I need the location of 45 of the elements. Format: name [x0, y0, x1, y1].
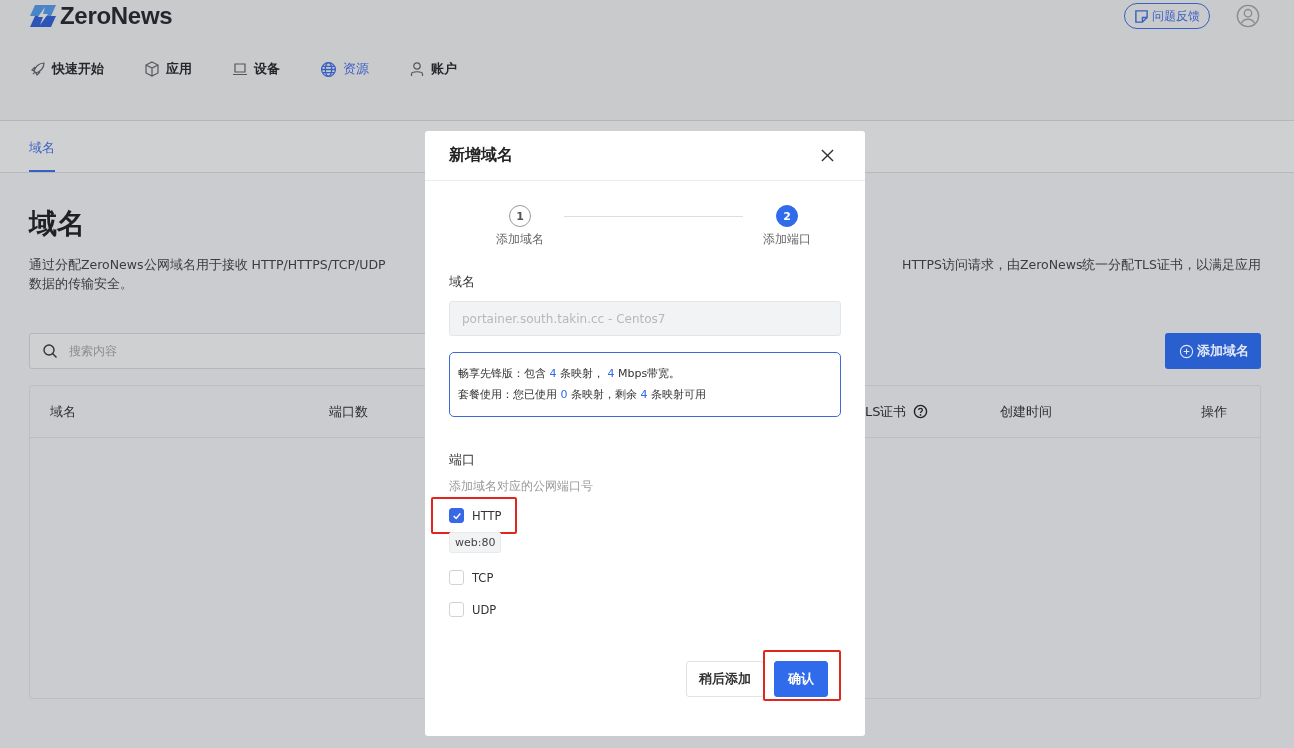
column-header: 域名 — [50, 402, 76, 421]
plan-info-text: 套餐使用：您已使用 0 条映射，剩余 4 条映射可用 — [458, 387, 707, 403]
description-text: HTTPS访问请求，由ZeroNews统一分配TLS证书，以满足应用 — [902, 256, 1261, 274]
laptop-icon — [232, 61, 248, 77]
note-icon — [1134, 8, 1149, 24]
add-domain-button[interactable]: 添加域名 — [1165, 333, 1261, 369]
checkbox-label: TCP — [472, 570, 494, 585]
port-tag: web:80 — [449, 532, 502, 553]
column-header: 创建时间 — [1000, 402, 1052, 421]
checkbox-label: UDP — [472, 602, 497, 617]
field-label: 端口 — [449, 451, 476, 469]
confirm-button[interactable]: 确认 — [774, 661, 828, 697]
check-icon — [451, 510, 462, 521]
section-tab[interactable]: 域名 — [29, 139, 55, 172]
nav-item[interactable]: 设备 — [232, 60, 280, 78]
nav-item[interactable]: 快速开始 — [30, 60, 104, 78]
brand-name: ZeroNews — [60, 2, 173, 30]
step-number: 2 — [776, 205, 798, 227]
cube-icon — [144, 61, 160, 77]
step-label: 添加端口 — [763, 232, 811, 247]
nav-item[interactable]: 应用 — [144, 60, 192, 78]
step-label: 添加域名 — [496, 232, 544, 247]
avatar-icon[interactable] — [1236, 4, 1260, 28]
globe-icon — [320, 60, 337, 78]
rocket-icon — [30, 61, 46, 77]
nav-item[interactable]: 资源 — [320, 60, 369, 78]
column-header: 端口数 — [329, 402, 368, 421]
description-text: 通过分配ZeroNews公网域名用于接收 HTTP/HTTPS/TCP/UDP — [29, 256, 386, 274]
nav-item[interactable]: 账户 — [409, 60, 457, 78]
checkbox-label: HTTP — [472, 508, 502, 523]
later-button[interactable]: 稍后添加 — [686, 661, 764, 697]
column-header: 操作 — [1201, 402, 1227, 421]
page-title: 域名 — [29, 206, 85, 242]
field-hint: 添加域名对应的公网端口号 — [449, 479, 594, 494]
dialog-title: 新增域名 — [449, 145, 513, 166]
description-text: 数据的传输安全。 — [29, 275, 133, 293]
close-icon[interactable] — [821, 149, 834, 162]
column-header: LS证书 — [865, 402, 907, 421]
logo-icon — [29, 4, 57, 28]
field-label: 域名 — [449, 273, 476, 291]
person-icon — [409, 61, 425, 77]
help-icon — [912, 404, 928, 419]
checkbox[interactable] — [449, 508, 464, 523]
plus-circle-icon — [1179, 343, 1194, 359]
plan-info-text: 畅享先锋版：包含 4 条映射， 4 Mbps带宽。 — [458, 366, 682, 382]
